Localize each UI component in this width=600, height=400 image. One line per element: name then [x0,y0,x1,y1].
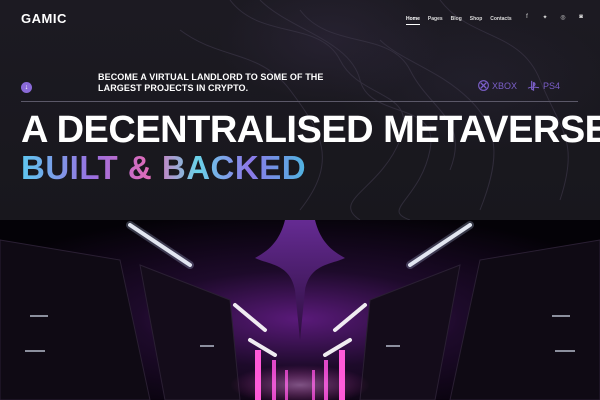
corridor-artwork [0,220,600,400]
platform-ps4: PS4 [527,80,560,91]
xbox-icon [478,80,489,91]
divider [21,101,578,102]
hero-tagline: BECOME A VIRTUAL LANDLORD TO SOME OF THE… [98,72,324,93]
nav-shop[interactable]: Shop [470,16,483,22]
nav-pages[interactable]: Pages [428,16,443,22]
arrow-down-icon[interactable]: ↓ [21,82,32,93]
platform-ps4-label: PS4 [543,80,561,91]
site-logo[interactable]: GAMIC [21,11,67,26]
twitter-icon[interactable]: ✦ [541,14,549,21]
hero-section: GAMIC Home Pages Blog Shop Contacts f ✦ … [0,0,600,220]
dribbble-icon[interactable]: ◎ [559,14,567,21]
facebook-icon[interactable]: f [523,14,531,21]
sci-fi-corridor-image [0,220,600,400]
hero-headline: A DECENTRALISED METAVERSE [21,109,600,151]
nav-home[interactable]: Home [406,16,420,25]
platform-xbox-label: XBOX [492,80,518,91]
nav-contacts[interactable]: Contacts [490,16,511,22]
social-links: f ✦ ◎ ◙ [523,14,585,21]
nav-blog[interactable]: Blog [451,16,462,22]
platform-badges: XBOX PS4 [478,80,560,91]
platform-xbox: XBOX [478,80,517,91]
hero-subheadline: BUILT & BACKED [21,149,307,186]
instagram-icon[interactable]: ◙ [577,14,585,21]
playstation-icon [527,80,540,91]
main-nav: Home Pages Blog Shop Contacts [406,16,512,25]
